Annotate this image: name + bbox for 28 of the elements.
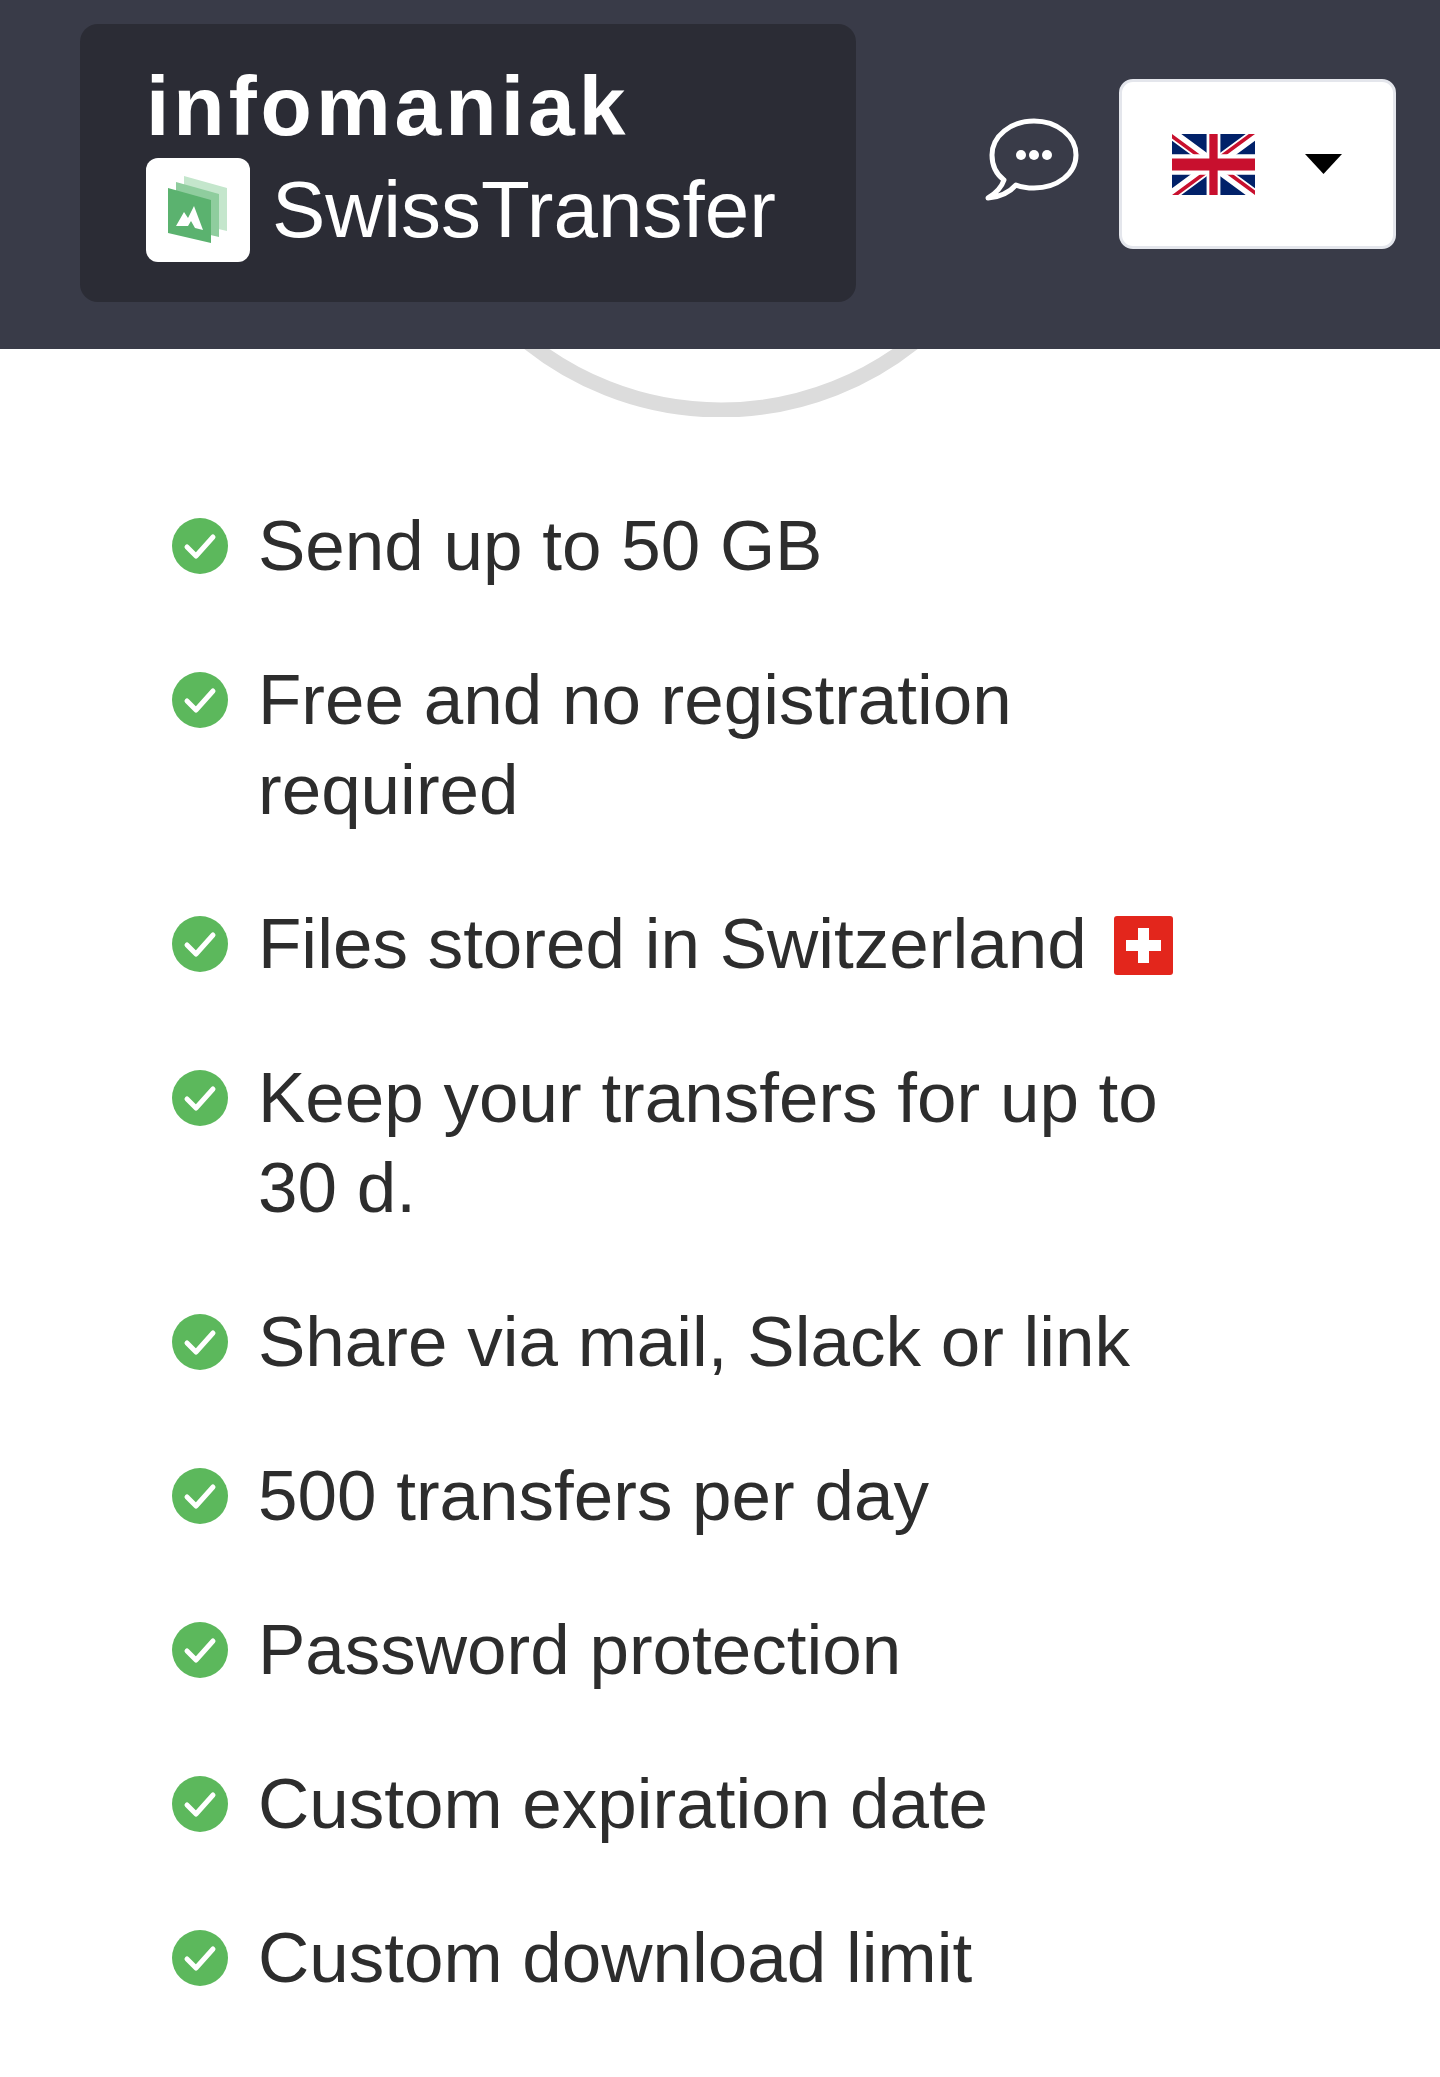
check-circle-icon bbox=[172, 1776, 228, 1832]
check-circle-icon bbox=[172, 1930, 228, 1986]
feature-text: Send up to 50 GB bbox=[258, 506, 823, 585]
check-circle-icon bbox=[172, 1314, 228, 1370]
check-circle-icon bbox=[172, 1622, 228, 1678]
check-circle-icon bbox=[172, 1070, 228, 1126]
brand-name: infomaniak bbox=[146, 64, 630, 148]
caret-down-icon bbox=[1305, 154, 1342, 174]
product-name: SwissTransfer bbox=[272, 165, 776, 255]
uk-flag-icon bbox=[1172, 133, 1255, 195]
feature-text: Custom download limit bbox=[258, 1918, 973, 1997]
feature-text: Free and no registration required bbox=[258, 660, 1012, 829]
check-circle-icon bbox=[172, 518, 228, 574]
feature-text: Share via mail, Slack or link bbox=[258, 1302, 1131, 1381]
feature-text: Custom expiration date bbox=[258, 1764, 989, 1843]
feature-text: Files stored in Switzerland bbox=[258, 904, 1087, 983]
check-circle-icon bbox=[172, 916, 228, 972]
chat-icon bbox=[983, 117, 1080, 201]
swiss-flag-icon bbox=[1113, 915, 1173, 975]
chat-button[interactable] bbox=[983, 117, 1080, 201]
app-logo-icon bbox=[146, 158, 250, 262]
logo-link[interactable]: infomaniak SwissTransfer bbox=[80, 24, 856, 302]
feature-text: 500 transfers per day bbox=[258, 1456, 929, 1535]
language-select[interactable] bbox=[1119, 79, 1396, 249]
check-circle-icon bbox=[172, 672, 228, 728]
feature-text: Password protection bbox=[258, 1610, 902, 1689]
check-circle-icon bbox=[172, 1468, 228, 1524]
feature-text: Keep your transfers for up to 30 d. bbox=[258, 1058, 1158, 1227]
